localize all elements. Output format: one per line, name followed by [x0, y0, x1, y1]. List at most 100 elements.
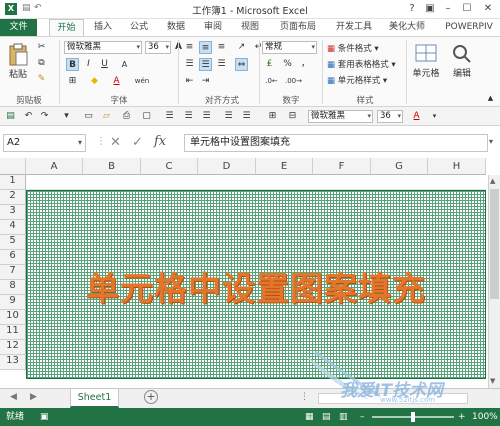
next-sheet-icon[interactable]: ▶: [30, 392, 37, 402]
cancel-formula-button[interactable]: ✕: [110, 135, 121, 150]
column-header[interactable]: A: [26, 158, 83, 175]
save-icon[interactable]: ▤: [4, 110, 17, 123]
zoom-out-button[interactable]: –: [360, 408, 365, 426]
tab-review[interactable]: 审阅: [198, 19, 228, 36]
row-header[interactable]: 6: [0, 250, 26, 265]
fill-color-icon[interactable]: ◆: [88, 75, 101, 88]
editing-button[interactable]: 编辑: [445, 40, 479, 86]
help-button[interactable]: ?: [404, 2, 420, 16]
row-header[interactable]: 2: [0, 190, 26, 205]
align-center-icon[interactable]: ☰: [199, 58, 212, 71]
align-middle-icon[interactable]: ≡: [199, 41, 212, 54]
orientation-icon[interactable]: ↗: [235, 41, 248, 54]
close-button[interactable]: ✕: [480, 2, 496, 16]
distribute-icon[interactable]: ☰: [240, 110, 253, 123]
zoom-slider-handle[interactable]: [411, 412, 415, 422]
tab-file[interactable]: 文件: [0, 19, 37, 36]
tab-data[interactable]: 数据: [161, 19, 191, 36]
tab-split-icon[interactable]: ⋮: [300, 392, 309, 402]
row-header[interactable]: 9: [0, 295, 26, 310]
percent-button[interactable]: %: [281, 58, 294, 71]
align-right-icon[interactable]: ☰: [215, 58, 228, 71]
select-all-corner[interactable]: [0, 158, 26, 175]
format-painter-icon[interactable]: ✎: [35, 73, 48, 86]
italic-button[interactable]: I: [82, 58, 95, 71]
align-top-icon[interactable]: ≡: [183, 41, 196, 54]
phonetic-button[interactable]: wén: [132, 75, 152, 88]
font-color-button[interactable]: A: [110, 75, 123, 88]
zoom-slider[interactable]: [372, 412, 454, 422]
bold-button[interactable]: B: [66, 58, 79, 71]
row-header[interactable]: 5: [0, 235, 26, 250]
formula-input[interactable]: 单元格中设置图案填充: [184, 134, 488, 152]
tab-beautify[interactable]: 美化大师: [384, 19, 430, 36]
row-header[interactable]: 3: [0, 205, 26, 220]
normal-view-icon[interactable]: ▦: [305, 408, 314, 426]
align-center-icon[interactable]: ☰: [182, 110, 195, 123]
decrease-indent-icon[interactable]: ⇤: [183, 75, 196, 88]
maximize-button[interactable]: ☐: [459, 2, 475, 16]
prev-sheet-icon[interactable]: ◀: [10, 392, 17, 402]
row-header[interactable]: 12: [0, 340, 26, 355]
comma-button[interactable]: ，: [299, 58, 312, 71]
cut-icon[interactable]: ✂: [35, 41, 48, 54]
insert-function-button[interactable]: fx: [154, 134, 166, 149]
qat-font-size-combo[interactable]: 36 ▾: [377, 110, 403, 123]
preview-icon[interactable]: ▢: [140, 110, 153, 123]
macro-record-icon[interactable]: ▣: [40, 408, 49, 426]
redo-icon[interactable]: ↷: [38, 110, 51, 123]
tab-formulas[interactable]: 公式: [124, 19, 154, 36]
scroll-up-icon[interactable]: ▲: [490, 177, 495, 185]
sheet-tab-sheet1[interactable]: Sheet1: [70, 389, 119, 408]
font-size-combo[interactable]: 36 ▾: [145, 41, 171, 54]
column-header[interactable]: D: [198, 158, 256, 175]
currency-button[interactable]: ₤: [263, 58, 276, 71]
font-name-combo[interactable]: 微软雅黑 ▾: [64, 41, 142, 54]
border-icon[interactable]: ⊞: [66, 75, 79, 88]
print-icon[interactable]: ⎙: [120, 110, 133, 123]
drag-handle-icon[interactable]: ⋮: [96, 136, 106, 147]
copy-icon[interactable]: ⧉: [35, 57, 48, 70]
zoom-level[interactable]: 100%: [472, 408, 498, 426]
horizontal-scrollbar[interactable]: [318, 393, 468, 404]
merge-icon[interactable]: ⊞: [266, 110, 279, 123]
merge-center-icon[interactable]: ⇔: [235, 58, 248, 71]
tab-view[interactable]: 视图: [235, 19, 265, 36]
decrease-decimal-icon[interactable]: .00→: [285, 75, 302, 88]
column-header[interactable]: B: [83, 158, 141, 175]
tab-home[interactable]: 开始: [49, 19, 84, 36]
name-box[interactable]: A2 ▾: [3, 134, 86, 152]
row-header[interactable]: 11: [0, 325, 26, 340]
shrink-font-button[interactable]: A: [118, 58, 131, 71]
qat-more-icon[interactable]: ▾: [428, 110, 441, 123]
column-header[interactable]: G: [371, 158, 428, 175]
number-format-combo[interactable]: 常规 ▾: [262, 41, 317, 54]
cells-button[interactable]: 单元格: [408, 40, 444, 86]
scroll-thumb[interactable]: [490, 189, 499, 299]
new-file-icon[interactable]: ▭: [82, 110, 95, 123]
page-layout-view-icon[interactable]: ▤: [322, 408, 331, 426]
open-folder-icon[interactable]: ▱: [100, 110, 113, 123]
tab-powerpivot[interactable]: POWERPIV: [438, 19, 500, 36]
collapse-ribbon-icon[interactable]: ▲: [484, 92, 497, 105]
column-header[interactable]: C: [141, 158, 198, 175]
column-header[interactable]: E: [256, 158, 313, 175]
tab-developer[interactable]: 开发工具: [331, 19, 377, 36]
justify-icon[interactable]: ☰: [222, 110, 235, 123]
align-left-icon[interactable]: ☰: [183, 58, 196, 71]
qat-font-name-combo[interactable]: 微软雅黑 ▾: [308, 110, 373, 123]
cell-styles-button[interactable]: ▦ 单元格样式 ▾: [326, 73, 404, 87]
increase-decimal-icon[interactable]: .0←: [265, 75, 278, 88]
tab-insert[interactable]: 插入: [88, 19, 118, 36]
row-header[interactable]: 13: [0, 355, 26, 370]
row-header[interactable]: 7: [0, 265, 26, 280]
align-left-icon[interactable]: ☰: [163, 110, 176, 123]
row-header[interactable]: 8: [0, 280, 26, 295]
minimize-button[interactable]: –: [440, 2, 456, 16]
align-right-icon[interactable]: ☰: [200, 110, 213, 123]
align-bottom-icon[interactable]: ≡: [215, 41, 228, 54]
vertical-scrollbar[interactable]: ▲ ▼: [488, 175, 500, 388]
enter-formula-button[interactable]: ✓: [132, 135, 143, 150]
qat-font-color-button[interactable]: A: [410, 110, 423, 123]
row-header[interactable]: 10: [0, 310, 26, 325]
